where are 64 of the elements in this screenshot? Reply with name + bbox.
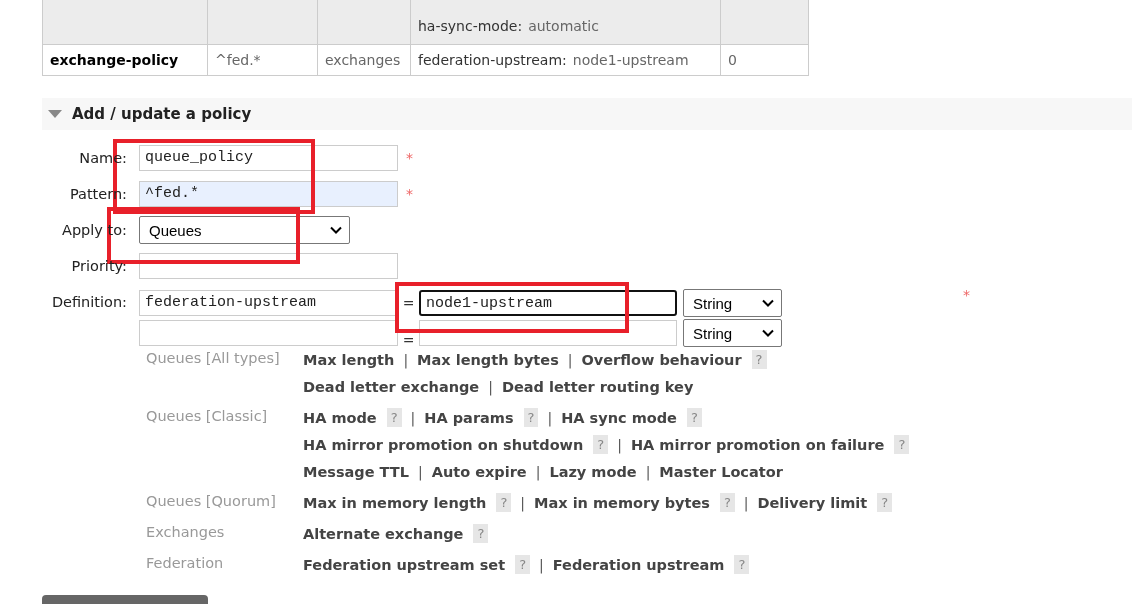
table-cell: 0 (728, 52, 737, 68)
input-field[interactable] (139, 253, 398, 279)
policy-key-link[interactable]: HA mode (303, 409, 377, 426)
separator: | (417, 463, 423, 480)
group-label: Queues [Quorum] (146, 492, 277, 511)
policy-key-link[interactable]: Auto expire (431, 463, 527, 480)
section-header[interactable]: Add / update a policy (42, 98, 1132, 130)
required-mark: * (963, 287, 970, 303)
separator: | (410, 409, 416, 426)
separator: | (743, 494, 749, 511)
field-label: Definition: (51, 294, 127, 310)
table-cell: exchanges (325, 52, 401, 68)
separator: | (520, 494, 525, 511)
chevron-icon (762, 329, 774, 337)
chevron-icon (330, 226, 342, 234)
policy-key-link[interactable]: Dead letter routing key (501, 378, 694, 395)
group-label: Federation (146, 554, 225, 573)
separator: | (403, 351, 409, 368)
group-label: Exchanges (146, 523, 226, 542)
policy-key-link[interactable]: HA params (424, 409, 514, 426)
policy-key-link[interactable]: HA mirror promotion on shutdown (303, 436, 584, 453)
policy-key-link[interactable]: Max length (303, 351, 395, 368)
policy-key-link[interactable]: Delivery limit (757, 494, 868, 511)
input-field[interactable]: ^fed.* (139, 181, 398, 207)
definition-value: automatic (528, 18, 599, 34)
policy-key-link[interactable]: HA sync mode (561, 409, 677, 426)
required-mark: * (406, 150, 413, 166)
separator: | (535, 463, 541, 480)
policy-key-link[interactable]: Master Locator (659, 463, 783, 480)
dropdown[interactable]: String (683, 319, 782, 347)
policy-key-link[interactable]: Max in memory length (303, 494, 487, 511)
definition-key: federation-upstream: (418, 52, 567, 68)
separator: | (645, 463, 651, 480)
input-field[interactable]: federation-upstream (139, 290, 398, 316)
separator: | (547, 409, 553, 426)
group-label: Queues [All types] (146, 349, 281, 368)
equals-sign: = (401, 333, 416, 347)
group-label: Queues [Classic] (146, 407, 269, 426)
equals-sign: = (401, 295, 416, 311)
policy-key-link[interactable]: Message TTL (303, 463, 409, 480)
policy-key-link[interactable]: Federation upstream (552, 556, 725, 573)
separator: | (567, 351, 573, 368)
policy-key-link[interactable]: Alternate exchange (303, 525, 464, 542)
policy-key-link[interactable]: Dead letter exchange (303, 378, 480, 395)
definition-key: ha-sync-mode: (418, 18, 523, 34)
policy-key-link[interactable]: HA mirror promotion on failure (630, 436, 885, 453)
input-field[interactable]: queue_policy (139, 145, 398, 171)
input-field[interactable] (139, 320, 398, 346)
field-label: Priority: (71, 258, 127, 274)
dropdown[interactable]: String (683, 289, 782, 317)
policy-key-link[interactable]: Overflow behaviour (581, 351, 742, 368)
table-cell: ^fed.* (215, 52, 261, 68)
separator: | (617, 436, 622, 453)
policy-key-link[interactable]: Max length bytes (417, 351, 559, 368)
policy-key-link[interactable]: Federation upstream set (303, 556, 506, 573)
policy-key-link[interactable]: Lazy mode (549, 463, 637, 480)
separator: | (488, 378, 493, 395)
dropdown[interactable]: Queues (139, 216, 350, 244)
input-field[interactable]: node1-upstream (419, 290, 677, 316)
definition-value: node1-upstream (572, 52, 689, 68)
required-mark: * (406, 186, 413, 202)
policy-key-link[interactable]: Max in memory bytes (534, 494, 710, 511)
separator: | (539, 556, 544, 573)
chevron-icon (762, 299, 774, 307)
